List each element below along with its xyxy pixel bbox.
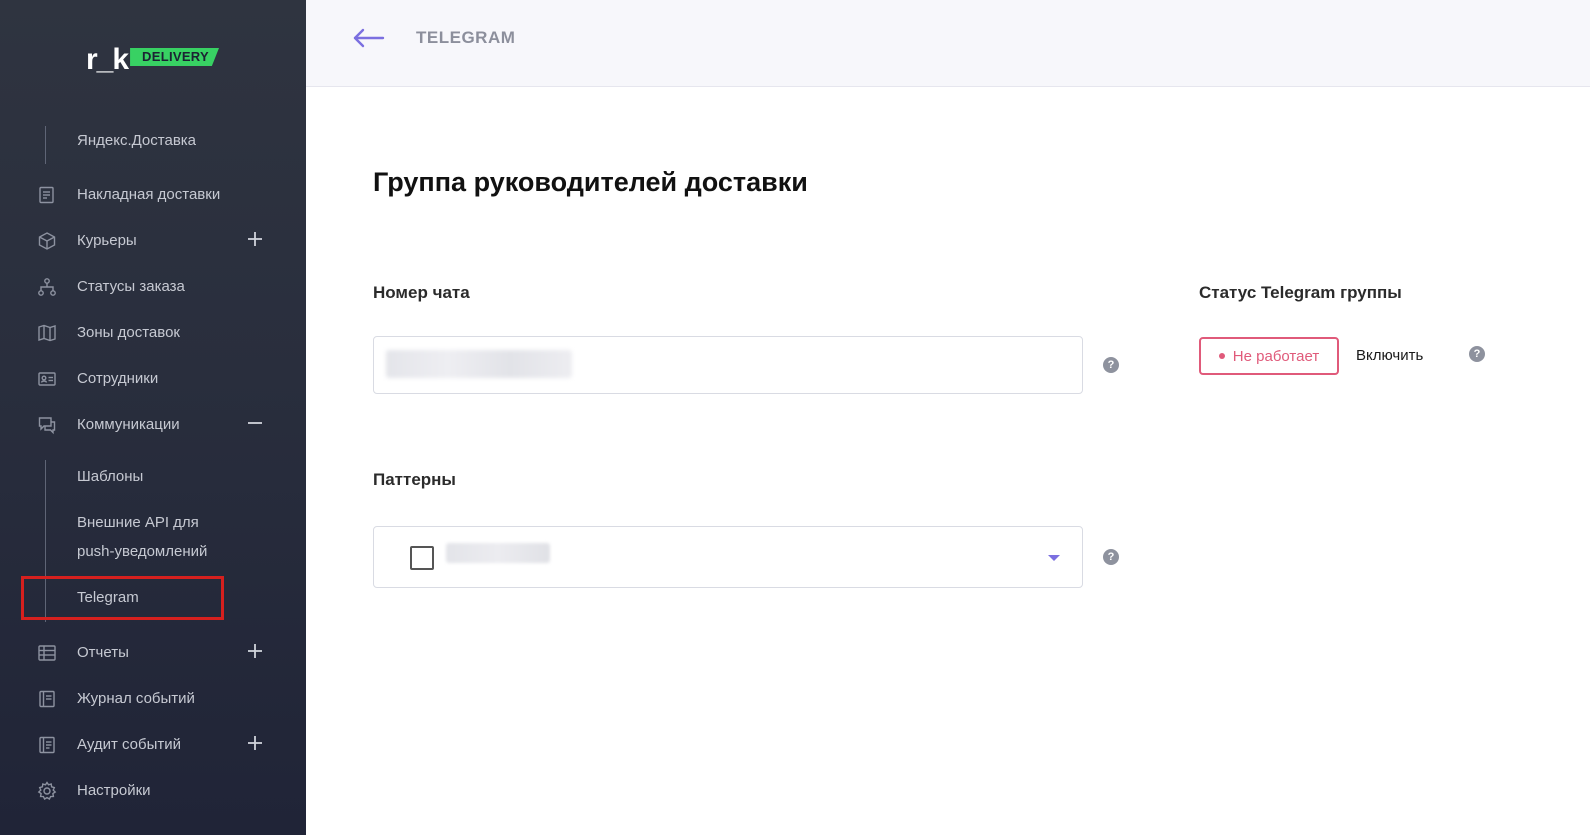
sidebar-item-communications[interactable]: Коммуникации bbox=[0, 407, 306, 441]
sidebar-item-label: Накладная доставки bbox=[77, 185, 221, 203]
status-dot-icon bbox=[1218, 353, 1225, 359]
top-header: TELEGRAM bbox=[306, 0, 1590, 87]
sidebar-item-templates[interactable]: Шаблоны bbox=[0, 462, 306, 491]
audit-icon bbox=[37, 735, 57, 755]
patterns-select[interactable] bbox=[373, 526, 1083, 588]
arrow-left-icon[interactable] bbox=[352, 27, 386, 49]
sidebar: r_k DELIVERY Яндекс.Доставка Накладная д… bbox=[0, 0, 306, 835]
sidebar-item-label: Журнал событий bbox=[77, 689, 195, 707]
journal-icon bbox=[37, 689, 57, 709]
sidebar-item-reports[interactable]: Отчеты bbox=[0, 635, 306, 669]
sidebar-item-label: Курьеры bbox=[77, 231, 137, 249]
help-question-icon[interactable]: ? bbox=[1469, 346, 1485, 362]
sidebar-item-label: Отчеты bbox=[77, 643, 129, 661]
sidebar-item-label: Сотрудники bbox=[77, 369, 159, 387]
id-card-icon bbox=[37, 369, 57, 389]
sidebar-item-label: Зоны доставок bbox=[77, 323, 180, 341]
gear-icon bbox=[37, 781, 57, 801]
sidebar-item-settings[interactable]: Настройки bbox=[0, 773, 306, 807]
sidebar-item-label: Статусы заказа bbox=[77, 277, 185, 295]
sidebar-item-label: Настройки bbox=[77, 781, 151, 799]
sidebar-item-label-line2: push-уведомлений bbox=[77, 543, 208, 560]
pattern-checkbox[interactable] bbox=[410, 546, 434, 570]
enable-button[interactable]: Включить bbox=[1356, 347, 1423, 364]
sidebar-item-label: Аудит событий bbox=[77, 735, 182, 753]
brand-logo[interactable]: r_k DELIVERY bbox=[86, 44, 219, 84]
chat-number-label: Номер чата bbox=[373, 283, 470, 302]
sidebar-item-event-log[interactable]: Журнал событий bbox=[0, 681, 306, 715]
telegram-status-label: Статус Telegram группы bbox=[1199, 283, 1402, 302]
sidebar-item-order-statuses[interactable]: Статусы заказа bbox=[0, 269, 306, 303]
page-header-title: TELEGRAM bbox=[416, 28, 516, 47]
sidebar-item-yandex-delivery[interactable]: Яндекс.Доставка bbox=[0, 126, 306, 155]
chat-icon bbox=[37, 415, 57, 435]
table-icon bbox=[37, 643, 57, 663]
sidebar-item-label: Коммуникации bbox=[77, 415, 180, 433]
blurred-chat-number bbox=[386, 350, 572, 378]
sidebar-item-invoice[interactable]: Накладная доставки bbox=[0, 177, 306, 211]
sidebar-item-label: Внешние API для bbox=[77, 514, 199, 531]
patterns-label: Паттерны bbox=[373, 470, 456, 489]
sidebar-item-label: Шаблоны bbox=[77, 468, 144, 485]
help-question-icon[interactable]: ? bbox=[1103, 549, 1119, 565]
hierarchy-icon bbox=[37, 277, 57, 297]
status-text: Не работает bbox=[1232, 347, 1320, 365]
box-icon bbox=[37, 231, 57, 251]
sidebar-item-event-audit[interactable]: Аудит событий bbox=[0, 727, 306, 761]
sidebar-item-employees[interactable]: Сотрудники bbox=[0, 361, 306, 395]
sidebar-item-external-api[interactable]: Внешние API для push-уведомлений bbox=[0, 508, 306, 566]
expand-plus-icon[interactable] bbox=[246, 230, 264, 248]
status-badge: Не работает bbox=[1199, 337, 1339, 375]
map-icon bbox=[37, 323, 57, 343]
sidebar-item-couriers[interactable]: Курьеры bbox=[0, 223, 306, 257]
expand-plus-icon[interactable] bbox=[246, 734, 264, 752]
collapse-minus-icon[interactable] bbox=[246, 414, 264, 432]
invoice-icon bbox=[37, 185, 57, 205]
sidebar-item-label: Яндекс.Доставка bbox=[77, 132, 197, 149]
expand-plus-icon[interactable] bbox=[246, 642, 264, 660]
chat-number-input[interactable] bbox=[373, 336, 1083, 394]
blurred-pattern-option bbox=[446, 543, 550, 563]
logo-badge: DELIVERY bbox=[130, 48, 219, 66]
help-question-icon[interactable]: ? bbox=[1103, 357, 1119, 373]
chevron-down-icon[interactable] bbox=[1048, 555, 1060, 561]
sidebar-item-delivery-zones[interactable]: Зоны доставок bbox=[0, 315, 306, 349]
highlight-annotation-box bbox=[21, 576, 224, 620]
logo-text: r_k bbox=[86, 43, 129, 76]
page-title: Группа руководителей доставки bbox=[373, 167, 808, 197]
